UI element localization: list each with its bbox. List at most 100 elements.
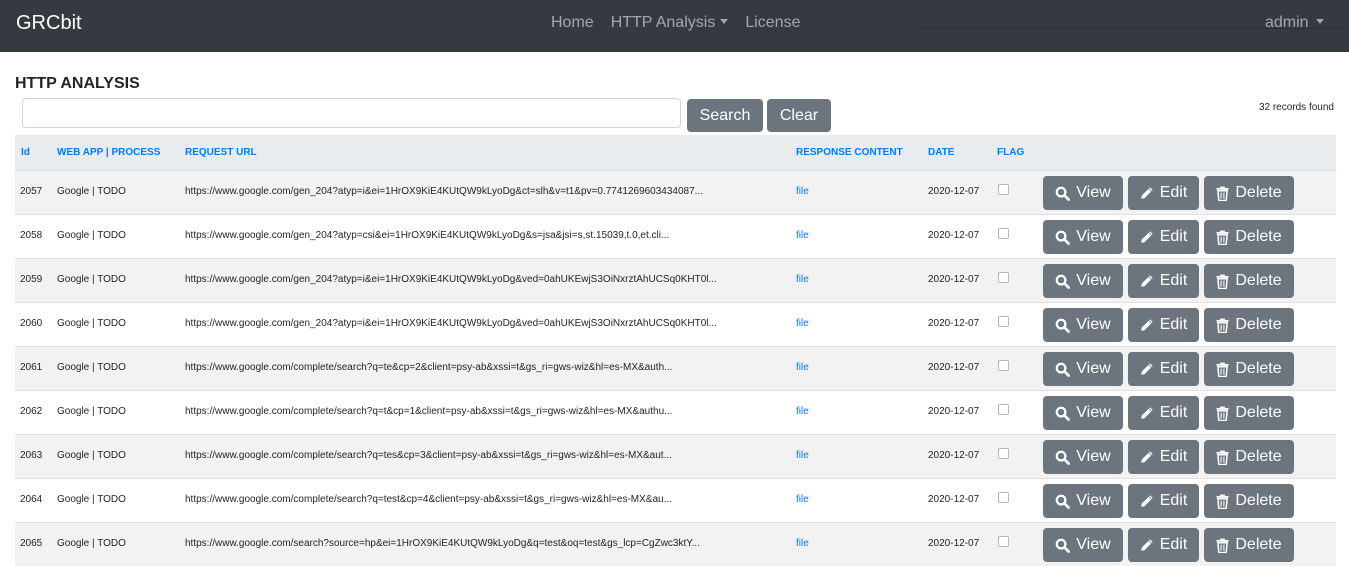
records-count: 32 records found: [1258, 102, 1334, 113]
view-button[interactable]: View: [1043, 528, 1123, 562]
column-header-web-app[interactable]: WEB APP | PROCESS: [57, 147, 160, 158]
delete-button-label: Delete: [1235, 184, 1282, 201]
edit-button[interactable]: Edit: [1128, 308, 1199, 342]
delete-button-label: Delete: [1235, 272, 1282, 289]
trash-icon: [1216, 186, 1229, 201]
delete-button[interactable]: Delete: [1204, 176, 1294, 210]
flag-checkbox[interactable]: [998, 360, 1009, 371]
response-file-link[interactable]: file: [796, 230, 809, 241]
edit-button-label: Edit: [1159, 492, 1188, 509]
nav-item-license[interactable]: License: [745, 14, 800, 32]
delete-button[interactable]: Delete: [1204, 352, 1294, 386]
table-header: Id WEB APP | PROCESS REQUEST URL RESPONS…: [15, 135, 1336, 170]
delete-button[interactable]: Delete: [1204, 440, 1294, 474]
search-icon: [1055, 450, 1071, 465]
response-file-link[interactable]: file: [796, 538, 809, 549]
nav-item-home[interactable]: Home: [551, 14, 594, 32]
flag-checkbox[interactable]: [998, 404, 1009, 415]
edit-button-label: Edit: [1159, 536, 1188, 553]
table-row: 2057 Google | TODO https://www.google.co…: [15, 170, 1336, 214]
table-row: 2065 Google | TODO https://www.google.co…: [15, 522, 1336, 566]
cell-web-app: Google | TODO: [57, 274, 126, 285]
edit-button-label: Edit: [1159, 448, 1188, 465]
flag-checkbox[interactable]: [998, 492, 1009, 503]
table-row: 2059 Google | TODO https://www.google.co…: [15, 258, 1336, 302]
search-icon: [1055, 274, 1071, 289]
delete-button-label: Delete: [1235, 536, 1282, 553]
column-header-id[interactable]: Id: [21, 147, 30, 158]
delete-button[interactable]: Delete: [1204, 528, 1294, 562]
cell-web-app: Google | TODO: [57, 186, 126, 197]
response-file-link[interactable]: file: [796, 406, 809, 417]
cell-web-app: Google | TODO: [57, 538, 126, 549]
view-button[interactable]: View: [1043, 220, 1123, 254]
flag-checkbox[interactable]: [998, 228, 1009, 239]
search-input[interactable]: [22, 98, 681, 128]
caret-down-icon: [1315, 19, 1324, 24]
edit-button[interactable]: Edit: [1128, 528, 1199, 562]
pencil-icon: [1141, 187, 1153, 199]
flag-checkbox[interactable]: [998, 272, 1009, 283]
search-icon: [1055, 318, 1071, 333]
delete-button[interactable]: Delete: [1204, 308, 1294, 342]
view-button[interactable]: View: [1043, 396, 1123, 430]
flag-checkbox[interactable]: [998, 184, 1009, 195]
delete-button[interactable]: Delete: [1204, 220, 1294, 254]
cell-request-url: https://www.google.com/gen_204?atyp=i&ei…: [185, 318, 717, 329]
pencil-icon: [1141, 407, 1153, 419]
delete-button[interactable]: Delete: [1204, 396, 1294, 430]
edit-button-label: Edit: [1159, 272, 1188, 289]
response-file-link[interactable]: file: [796, 274, 809, 285]
search-button[interactable]: Search: [687, 99, 763, 132]
nav-menu: Home HTTP Analysis License: [551, 14, 800, 32]
view-button[interactable]: View: [1043, 484, 1123, 518]
delete-button[interactable]: Delete: [1204, 484, 1294, 518]
cell-id: 2062: [20, 406, 43, 417]
table-row: 2061 Google | TODO https://www.google.co…: [15, 346, 1336, 390]
column-header-date[interactable]: DATE: [928, 147, 954, 158]
column-header-request-url[interactable]: REQUEST URL: [185, 147, 257, 158]
edit-button[interactable]: Edit: [1128, 484, 1199, 518]
edit-button[interactable]: Edit: [1128, 440, 1199, 474]
cell-request-url: https://www.google.com/complete/search?q…: [185, 494, 672, 505]
delete-button-label: Delete: [1235, 228, 1282, 245]
flag-checkbox[interactable]: [998, 536, 1009, 547]
edit-button-label: Edit: [1159, 184, 1188, 201]
column-header-response-content[interactable]: RESPONSE CONTENT: [796, 147, 903, 158]
flag-checkbox[interactable]: [998, 316, 1009, 327]
delete-button[interactable]: Delete: [1204, 264, 1294, 298]
pencil-icon: [1141, 539, 1153, 551]
cell-web-app: Google | TODO: [57, 406, 126, 417]
view-button[interactable]: View: [1043, 352, 1123, 386]
delete-button-label: Delete: [1235, 492, 1282, 509]
nav-item-http-analysis[interactable]: HTTP Analysis: [611, 14, 729, 32]
clear-button[interactable]: Clear: [767, 99, 831, 132]
response-file-link[interactable]: file: [796, 362, 809, 373]
edit-button[interactable]: Edit: [1128, 220, 1199, 254]
response-file-link[interactable]: file: [796, 318, 809, 329]
response-file-link[interactable]: file: [796, 186, 809, 197]
user-menu[interactable]: admin: [1265, 14, 1324, 32]
cell-web-app: Google | TODO: [57, 230, 126, 241]
flag-checkbox[interactable]: [998, 448, 1009, 459]
edit-button[interactable]: Edit: [1128, 264, 1199, 298]
cell-id: 2061: [20, 362, 43, 373]
edit-button[interactable]: Edit: [1128, 176, 1199, 210]
response-file-link[interactable]: file: [796, 450, 809, 461]
cell-request-url: https://www.google.com/complete/search?q…: [185, 450, 672, 461]
view-button[interactable]: View: [1043, 308, 1123, 342]
cell-date: 2020-12-07: [928, 318, 980, 329]
brand-logo[interactable]: GRCbit: [16, 12, 82, 35]
cell-date: 2020-12-07: [928, 186, 980, 197]
view-button[interactable]: View: [1043, 264, 1123, 298]
trash-icon: [1216, 318, 1229, 333]
response-file-link[interactable]: file: [796, 494, 809, 505]
view-button[interactable]: View: [1043, 440, 1123, 474]
edit-button[interactable]: Edit: [1128, 396, 1199, 430]
cell-date: 2020-12-07: [928, 230, 980, 241]
view-button[interactable]: View: [1043, 176, 1123, 210]
edit-button-label: Edit: [1159, 404, 1188, 421]
column-header-flag[interactable]: FLAG: [997, 147, 1024, 158]
edit-button[interactable]: Edit: [1128, 352, 1199, 386]
view-button-label: View: [1076, 404, 1111, 421]
